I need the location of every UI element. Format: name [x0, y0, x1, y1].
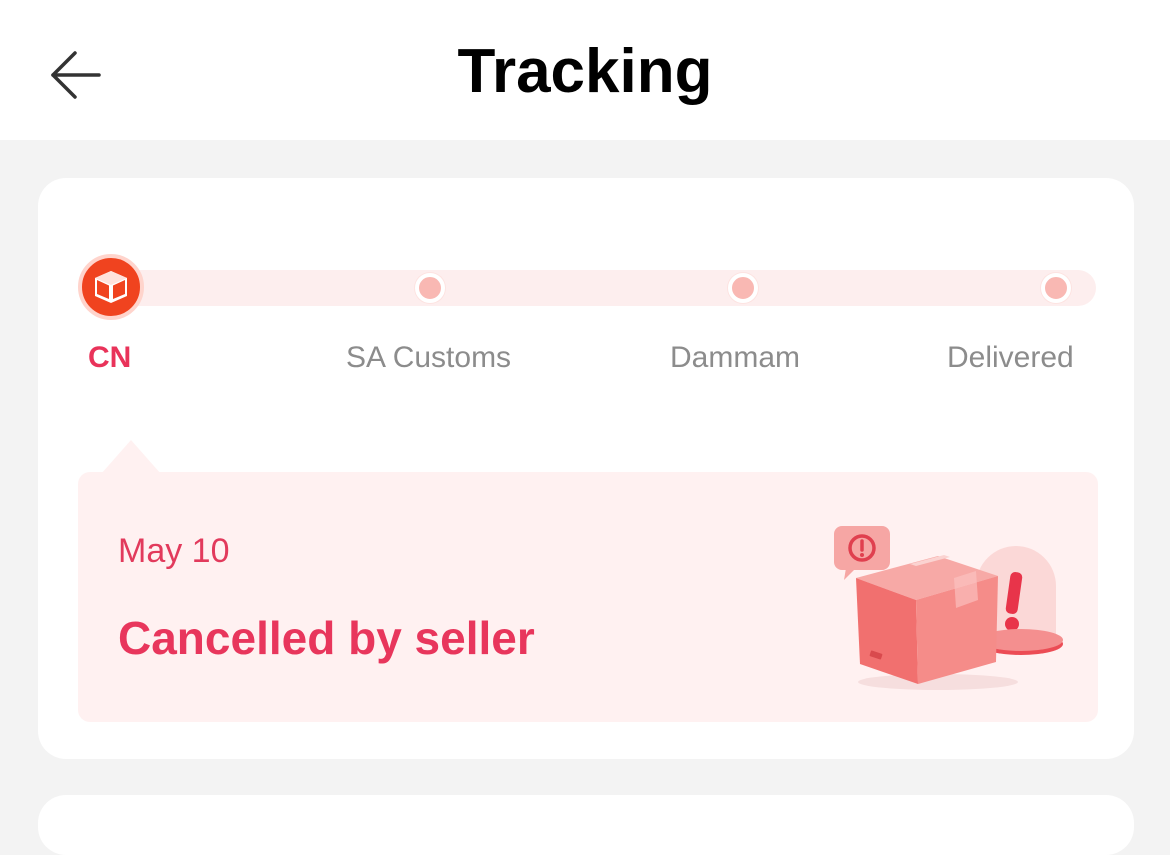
step-label-sa-customs: SA Customs: [346, 341, 512, 374]
step-node-dammam: [728, 273, 758, 303]
status-date: May 10: [118, 532, 230, 570]
package-box-icon: [95, 271, 127, 303]
progress-track: [112, 270, 1096, 306]
status-pointer: [101, 440, 161, 474]
status-panel: May 10 Cancelled by seller: [78, 472, 1098, 722]
next-card: [38, 795, 1134, 855]
status-text: Cancelled by seller: [118, 612, 535, 664]
step-label-delivered: Delivered: [947, 341, 1074, 374]
page-title: Tracking: [457, 37, 713, 106]
step-label-dammam: Dammam: [670, 341, 801, 374]
tracking-card: CN SA Customs Dammam Delivered May 10 Ca…: [38, 178, 1134, 759]
step-node-cn: [78, 254, 144, 320]
step-label-cn: CN: [88, 341, 132, 374]
header-bar: Tracking: [0, 0, 1170, 140]
step-node-delivered: [1041, 273, 1071, 303]
package-box-icon: [856, 555, 1018, 690]
cancelled-package-illustration: [834, 526, 1063, 690]
step-node-sa-customs: [415, 273, 445, 303]
